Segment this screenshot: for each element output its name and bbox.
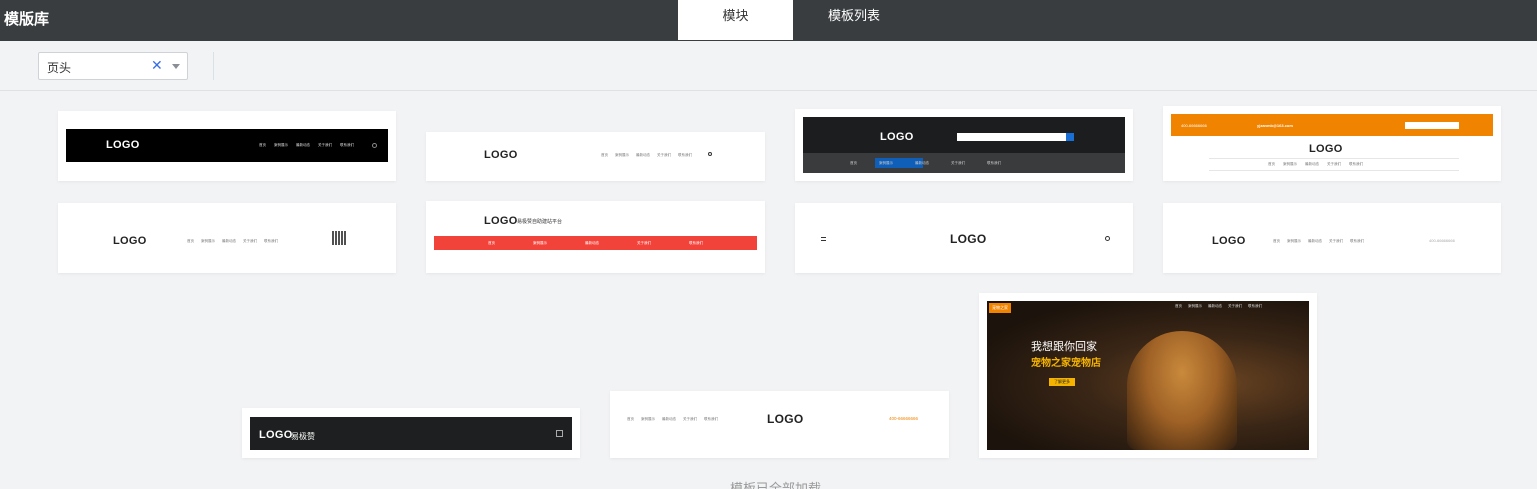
preview-subline: 宠物之家宠物店 — [1031, 358, 1101, 369]
search-icon — [1105, 236, 1110, 241]
app-title: 模版库 — [4, 10, 50, 28]
preview-nav: 首页 案例展示 最新动态 关于我们 联系我们 — [1175, 304, 1262, 308]
template-card-4[interactable]: 400-66666666 yjzanmb@163.com LOGO 首页 案例展… — [1163, 106, 1501, 181]
search-icon — [708, 152, 712, 156]
preview-logo: LOGO — [484, 215, 518, 227]
template-card-2[interactable]: LOGO 首页 案例展示 最新动态 关于我们 联系我们 — [426, 132, 765, 181]
template-preview: LOGO 易极赞 — [250, 417, 572, 450]
preview-nav-bar: 首页 案例展示 最新动态 关于我们 联系我们 — [434, 236, 757, 250]
preview-logo: LOGO — [767, 412, 804, 426]
menu-icon — [556, 430, 563, 437]
template-preview: LOGO 首页 案例展示 最新动态 关于我们 联系我们 — [803, 117, 1125, 173]
preview-badge: 宠物之家 — [989, 303, 1011, 313]
all-loaded-status: 模板已全部加载 — [730, 478, 821, 489]
preview-search-input — [957, 133, 1067, 141]
preview-logo: LOGO — [1309, 143, 1343, 155]
preview-cta-button: 了解更多 — [1049, 378, 1075, 386]
template-card-11[interactable]: 首页 案例展示 最新动态 关于我们 联系我们 LOGO 400-66666666 — [610, 391, 949, 458]
preview-logo: LOGO — [259, 429, 293, 441]
toolbar-divider — [213, 52, 214, 80]
preview-logo: LOGO — [950, 232, 987, 246]
preview-divider — [1209, 158, 1459, 159]
template-card-9[interactable]: 宠物之家 首页 案例展示 最新动态 关于我们 联系我们 我想跟你回家 宠物之家宠… — [979, 293, 1317, 458]
preview-nav: 首页 案例展示 最新动态 关于我们 联系我们 — [601, 153, 692, 157]
template-card-7[interactable]: LOGO — [795, 203, 1133, 273]
preview-nav: 首页 案例展示 最新动态 关于我们 联系我们 — [1273, 239, 1364, 243]
preview-nav: 首页 案例展示 最新动态 关于我们 联系我们 — [627, 417, 718, 421]
tab-modules[interactable]: 模块 — [678, 0, 793, 40]
preview-brand: 易极赞 — [291, 432, 315, 441]
category-select[interactable]: 页头 ✕ — [38, 52, 188, 80]
preview-nav: 首页 案例展示 最新动态 关于我们 联系我们 — [850, 161, 1001, 165]
clear-icon[interactable]: ✕ — [151, 57, 163, 74]
template-preview: LOGO 首页 案例展示 最新动态 关于我们 联系我们 — [66, 129, 388, 162]
preview-logo: LOGO — [484, 149, 518, 161]
template-card-10[interactable]: LOGO 易极赞 — [242, 408, 580, 458]
preview-phone: 400-66666666 — [1429, 238, 1455, 243]
category-select-value: 页头 — [47, 61, 72, 75]
preview-nav: 首页 案例展示 最新动态 关于我们 联系我们 — [488, 241, 703, 245]
preview-logo: LOGO — [106, 139, 140, 151]
preview-nav: 首页 案例展示 最新动态 关于我们 联系我们 — [259, 143, 354, 147]
preview-divider — [1209, 170, 1459, 171]
preview-nav: 首页 案例展示 最新动态 关于我们 联系我们 — [187, 239, 278, 243]
preview-search-input — [1405, 122, 1459, 129]
preview-logo: LOGO — [113, 235, 147, 247]
preview-headline: 我想跟你回家 — [1031, 340, 1097, 353]
chevron-down-icon[interactable] — [172, 64, 180, 69]
template-card-3[interactable]: LOGO 首页 案例展示 最新动态 关于我们 联系我们 — [795, 109, 1133, 181]
template-card-8[interactable]: LOGO 首页 案例展示 最新动态 关于我们 联系我们 400-66666666 — [1163, 203, 1501, 273]
template-card-1[interactable]: LOGO 首页 案例展示 最新动态 关于我们 联系我们 — [58, 111, 396, 181]
preview-phone: 400-66666666 — [1181, 123, 1207, 128]
top-bar: 模版库 模块 模板列表 — [0, 0, 1537, 41]
tab-template-list[interactable]: 模板列表 — [793, 0, 915, 40]
template-card-6[interactable]: LOGO 易极赞自助建站平台 首页 案例展示 最新动态 关于我们 联系我们 — [426, 201, 765, 273]
preview-logo: LOGO — [1212, 235, 1246, 247]
template-card-5[interactable]: LOGO 首页 案例展示 最新动态 关于我们 联系我们 — [58, 203, 396, 273]
template-preview-banner: 宠物之家 首页 案例展示 最新动态 关于我们 联系我们 我想跟你回家 宠物之家宠… — [987, 301, 1309, 450]
preview-email: yjzanmb@163.com — [1257, 123, 1293, 128]
preview-logo: LOGO — [880, 131, 914, 143]
dog-image — [1127, 331, 1237, 450]
menu-icon — [821, 237, 826, 241]
search-icon — [372, 143, 377, 148]
preview-phone: 400-66666666 — [889, 416, 919, 421]
qr-code-icon — [332, 231, 346, 245]
preview-search-button — [1066, 133, 1074, 141]
template-preview-topbar: 400-66666666 yjzanmb@163.com — [1171, 114, 1493, 136]
preview-nav: 首页 案例展示 最新动态 关于我们 联系我们 — [1268, 162, 1363, 166]
preview-tagline: 易极赞自助建站平台 — [517, 219, 563, 225]
preview-nav-bar: 首页 案例展示 最新动态 关于我们 联系我们 — [803, 153, 1125, 173]
filter-bar: 页头 ✕ — [0, 41, 1537, 91]
